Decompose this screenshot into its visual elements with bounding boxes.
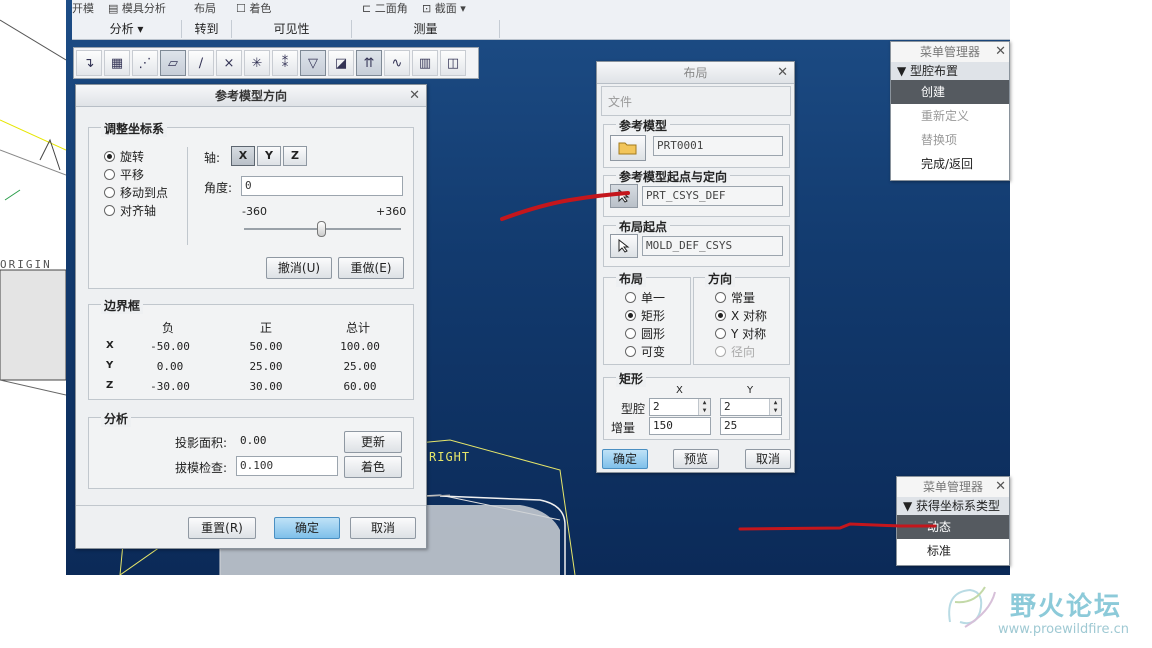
watermark-title: 野火论坛 bbox=[1010, 592, 1123, 622]
watermark-url: www.proewildfire.cn bbox=[998, 622, 1129, 637]
wildfire-logo-icon bbox=[948, 586, 996, 628]
annotation-arrows bbox=[500, 191, 937, 531]
